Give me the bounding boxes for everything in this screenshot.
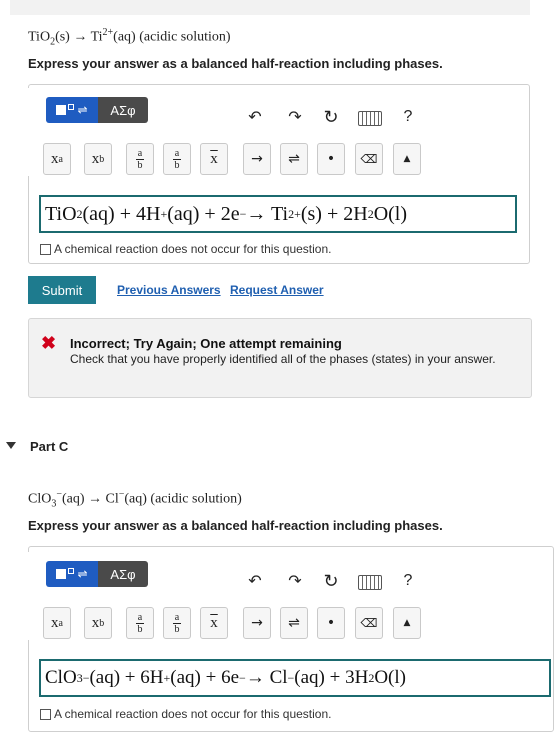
reaction-arrow-key[interactable]: → (243, 607, 271, 639)
checkbox-box[interactable] (40, 243, 51, 255)
mixed-fraction-key[interactable]: ab (163, 143, 191, 175)
submit-button[interactable]: Submit (28, 276, 96, 304)
top-strip (10, 0, 530, 15)
subscript-key[interactable]: xb (84, 607, 112, 639)
fraction-key[interactable]: ab (126, 607, 154, 639)
equilibrium-arrow-key[interactable]: ⇌ (280, 607, 308, 639)
redo-icon[interactable]: ↷ (284, 106, 306, 128)
part-c-header[interactable] (0, 422, 554, 484)
part-c-no-reaction-checkbox[interactable]: A chemical reaction does not occur for t… (40, 707, 331, 721)
backspace-key[interactable]: ⌫ (355, 143, 383, 175)
keyboard-toggle-key[interactable]: ▲ (393, 143, 421, 175)
mixed-fraction-key[interactable]: ab (163, 607, 191, 639)
reaction-arrow-key[interactable]: → (243, 143, 271, 175)
templates-button[interactable]: ⇌ (46, 97, 98, 123)
checkbox-label: A chemical reaction does not occur for t… (54, 242, 332, 256)
part-b-instruction: Express your answer as a balanced half-r… (28, 56, 443, 71)
reset-icon[interactable]: ↻ (320, 106, 342, 128)
equilibrium-arrow-key[interactable]: ⇌ (280, 143, 308, 175)
part-b-no-reaction-checkbox[interactable]: A chemical reaction does not occur for t… (40, 242, 331, 256)
overline-key[interactable]: x (200, 143, 228, 175)
keyboard-icon[interactable] (358, 575, 382, 590)
part-b-answer-field[interactable]: TiO 2 (aq) + 4H + (aq) + 2e − → Ti 2+ (s) + 2H 2… (39, 195, 517, 233)
superscript-key[interactable]: xa (43, 143, 71, 175)
help-icon[interactable]: ? (397, 570, 419, 592)
part-c-question: ClO3−(aq) → Cl−(aq) (acidic solution) (28, 489, 242, 510)
overline-key[interactable]: x (200, 607, 228, 639)
feedback-title: Incorrect; Try Again; One attempt remain… (70, 336, 342, 351)
feedback-box: ✖ Incorrect; Try Again; One attempt rema… (28, 318, 532, 398)
undo-icon[interactable]: ↶ (244, 106, 266, 128)
fraction-key[interactable]: ab (126, 143, 154, 175)
reset-icon[interactable]: ↻ (320, 570, 342, 592)
error-icon: ✖ (41, 333, 57, 353)
templates-button[interactable]: ⇌ (46, 561, 98, 587)
dot-key[interactable]: • (317, 143, 345, 175)
redo-icon[interactable]: ↷ (284, 570, 306, 592)
previous-answers-link[interactable]: Previous Answers (117, 283, 221, 297)
part-b-question: TiO2(s) → Ti2+(aq) (acidic solution) (28, 27, 231, 48)
part-c-instruction: Express your answer as a balanced half-r… (28, 518, 443, 533)
request-answer-link[interactable]: Request Answer (230, 283, 324, 297)
dot-key[interactable]: • (317, 607, 345, 639)
greek-button[interactable]: ΑΣφ (98, 97, 148, 123)
keyboard-toggle-key[interactable]: ▲ (393, 607, 421, 639)
backspace-key[interactable]: ⌫ (355, 607, 383, 639)
help-icon[interactable]: ? (397, 106, 419, 128)
greek-button[interactable]: ΑΣφ (98, 561, 148, 587)
subscript-key[interactable]: xb (84, 143, 112, 175)
part-c-label[interactable]: Part C (30, 439, 68, 454)
keyboard-icon[interactable] (358, 111, 382, 126)
part-c-answer-field[interactable]: ClO 3− (aq) + 6H + (aq) + 6e − → Cl − (aq) + 3H… (39, 659, 551, 697)
feedback-message: Check that you have properly identified … (70, 352, 496, 366)
checkbox-label: A chemical reaction does not occur for t… (54, 707, 332, 721)
undo-icon[interactable]: ↶ (244, 570, 266, 592)
checkbox-box[interactable] (40, 708, 51, 720)
superscript-key[interactable]: xa (43, 607, 71, 639)
collapse-triangle-icon[interactable] (6, 442, 16, 449)
